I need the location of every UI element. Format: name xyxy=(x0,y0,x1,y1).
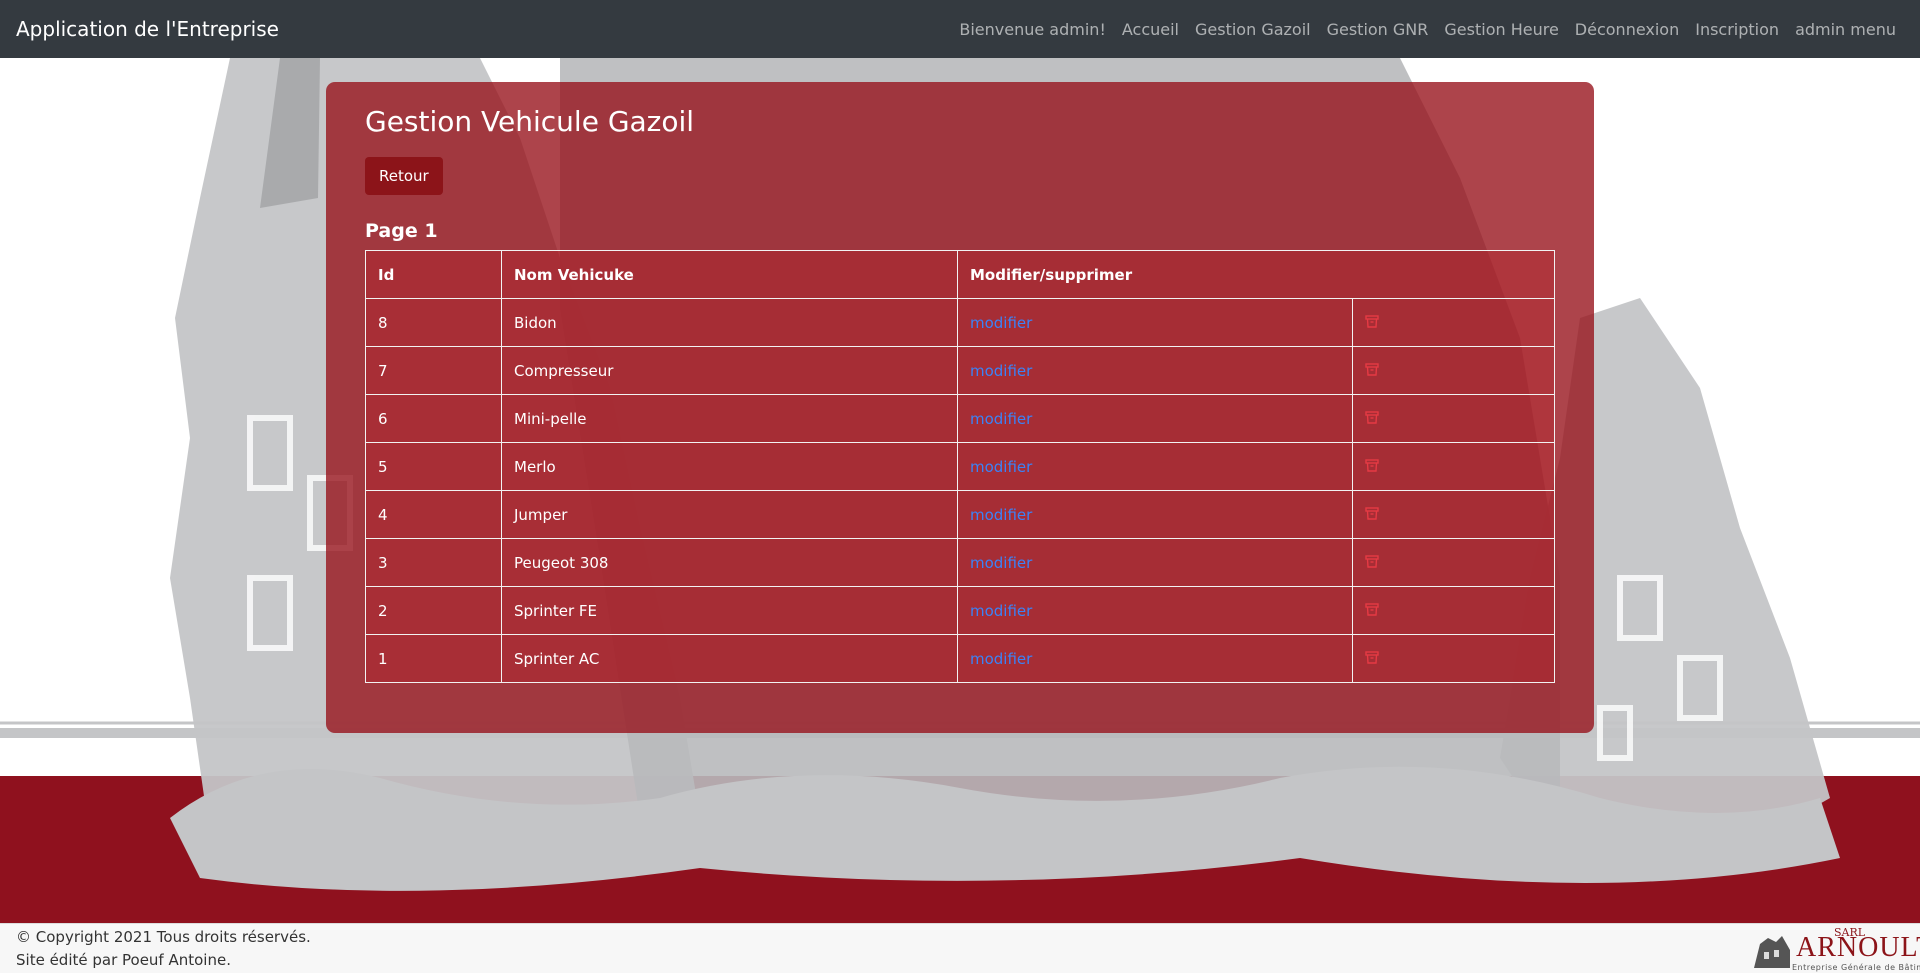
nav-gestion-gazoil[interactable]: Gestion Gazoil xyxy=(1195,20,1311,39)
footer-credit: Site édité par Poeuf Antoine. xyxy=(16,951,231,969)
cell-id: 7 xyxy=(365,346,502,395)
cell-name: Mini-pelle xyxy=(501,394,958,443)
nav-admin-menu[interactable]: admin menu xyxy=(1795,20,1896,39)
cell-edit: modifier xyxy=(957,634,1353,683)
cell-delete xyxy=(1352,298,1555,347)
cell-delete xyxy=(1352,346,1555,395)
cell-edit: modifier xyxy=(957,346,1353,395)
cell-delete xyxy=(1352,490,1555,539)
vehicle-management-card: Gestion Vehicule Gazoil Retour Page 1 Id… xyxy=(326,82,1594,733)
vehicles-table: Id Nom Vehicuke Modifier/supprimer 8 Bid… xyxy=(365,250,1555,683)
cell-name: Peugeot 308 xyxy=(501,538,958,587)
cell-edit: modifier xyxy=(957,442,1353,491)
cell-name: Sprinter FE xyxy=(501,586,958,635)
cell-delete xyxy=(1352,586,1555,635)
cell-edit: modifier xyxy=(957,490,1353,539)
cell-name: Bidon xyxy=(501,298,958,347)
nav-deconnexion[interactable]: Déconnexion xyxy=(1575,20,1679,39)
trash-icon[interactable] xyxy=(1365,650,1379,668)
cell-edit: modifier xyxy=(957,298,1353,347)
footer-copyright: © Copyright 2021 Tous droits réservés. xyxy=(16,928,311,946)
modifier-link[interactable]: modifier xyxy=(970,458,1032,476)
trash-icon[interactable] xyxy=(1365,362,1379,380)
cell-name: Jumper xyxy=(501,490,958,539)
nav-links: Bienvenue admin! Accueil Gestion Gazoil … xyxy=(943,0,1896,58)
nav-gestion-heure[interactable]: Gestion Heure xyxy=(1444,20,1558,39)
modifier-link[interactable]: modifier xyxy=(970,602,1032,620)
top-navbar: Application de l'Entreprise Bienvenue ad… xyxy=(0,0,1920,58)
cell-edit: modifier xyxy=(957,538,1353,587)
logo-building-icon xyxy=(1754,936,1790,968)
modifier-link[interactable]: modifier xyxy=(970,410,1032,428)
nav-gestion-gnr[interactable]: Gestion GNR xyxy=(1327,20,1429,39)
footer: © Copyright 2021 Tous droits réservés. S… xyxy=(0,923,1920,973)
cell-id: 6 xyxy=(365,394,502,443)
table-row: 7 Compresseur modifier xyxy=(365,346,1555,395)
nav-welcome[interactable]: Bienvenue admin! xyxy=(959,20,1105,39)
table-row: 4 Jumper modifier xyxy=(365,490,1555,539)
table-row: 6 Mini-pelle modifier xyxy=(365,394,1555,443)
table-row: 8 Bidon modifier xyxy=(365,298,1555,347)
logo-subtitle: Entreprise Générale de Bâtiment xyxy=(1792,963,1920,972)
trash-icon[interactable] xyxy=(1365,458,1379,476)
nav-inscription[interactable]: Inscription xyxy=(1695,20,1779,39)
modifier-link[interactable]: modifier xyxy=(970,362,1032,380)
navbar-brand[interactable]: Application de l'Entreprise xyxy=(16,0,279,58)
cell-id: 5 xyxy=(365,442,502,491)
cell-delete xyxy=(1352,442,1555,491)
page-number-label: Page 1 xyxy=(365,220,438,242)
company-logo: SARL ARNOULT Entreprise Générale de Bâti… xyxy=(1752,926,1920,972)
cell-edit: modifier xyxy=(957,586,1353,635)
logo-name: ARNOULT xyxy=(1796,932,1920,963)
modifier-link[interactable]: modifier xyxy=(970,506,1032,524)
table-header-row: Id Nom Vehicuke Modifier/supprimer xyxy=(365,250,1555,299)
cell-id: 2 xyxy=(365,586,502,635)
modifier-link[interactable]: modifier xyxy=(970,554,1032,572)
header-actions: Modifier/supprimer xyxy=(957,250,1555,299)
modifier-link[interactable]: modifier xyxy=(970,314,1032,332)
page-title: Gestion Vehicule Gazoil xyxy=(365,105,695,138)
cell-name: Compresseur xyxy=(501,346,958,395)
cell-id: 8 xyxy=(365,298,502,347)
cell-delete xyxy=(1352,394,1555,443)
cell-name: Merlo xyxy=(501,442,958,491)
nav-accueil[interactable]: Accueil xyxy=(1122,20,1179,39)
cell-name: Sprinter AC xyxy=(501,634,958,683)
cell-id: 3 xyxy=(365,538,502,587)
cell-id: 1 xyxy=(365,634,502,683)
header-name: Nom Vehicuke xyxy=(501,250,958,299)
cell-edit: modifier xyxy=(957,394,1353,443)
table-row: 2 Sprinter FE modifier xyxy=(365,586,1555,635)
back-button[interactable]: Retour xyxy=(365,157,443,195)
cell-delete xyxy=(1352,634,1555,683)
trash-icon[interactable] xyxy=(1365,554,1379,572)
trash-icon[interactable] xyxy=(1365,506,1379,524)
table-row: 3 Peugeot 308 modifier xyxy=(365,538,1555,587)
trash-icon[interactable] xyxy=(1365,314,1379,332)
table-row: 5 Merlo modifier xyxy=(365,442,1555,491)
cell-delete xyxy=(1352,538,1555,587)
header-id: Id xyxy=(365,250,502,299)
table-row: 1 Sprinter AC modifier xyxy=(365,634,1555,683)
trash-icon[interactable] xyxy=(1365,602,1379,620)
cell-id: 4 xyxy=(365,490,502,539)
modifier-link[interactable]: modifier xyxy=(970,650,1032,668)
trash-icon[interactable] xyxy=(1365,410,1379,428)
